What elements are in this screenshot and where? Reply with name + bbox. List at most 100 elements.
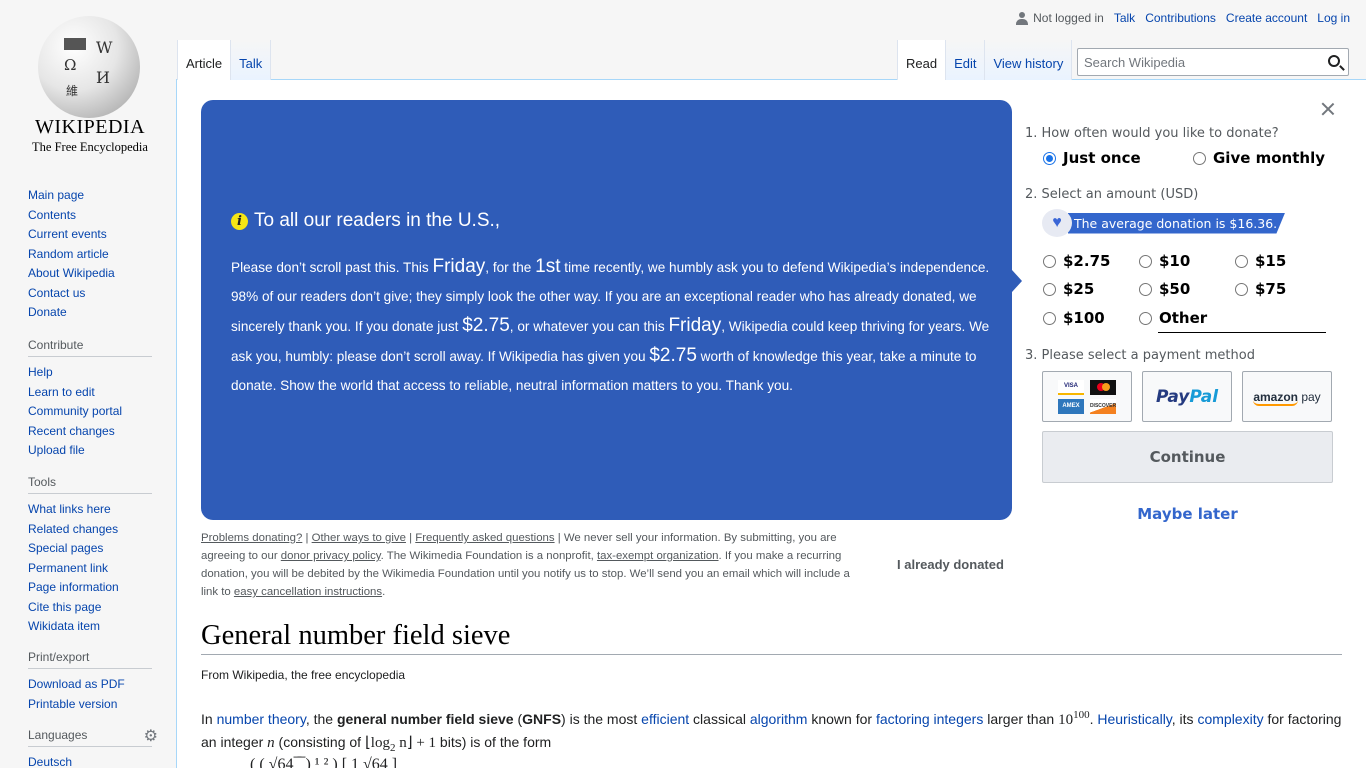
tool-permanent-link[interactable]: Permanent link (28, 561, 108, 575)
contributions-link[interactable]: Contributions (1145, 11, 1216, 25)
puzzle-globe-icon: W Ω И 維 (38, 16, 140, 118)
create-account-link[interactable]: Create account (1226, 11, 1307, 25)
math: ⌊log (364, 735, 390, 751)
banner-emphasis: $2.75 (649, 345, 697, 366)
tool-related-changes[interactable]: Related changes (28, 522, 118, 536)
wikipedia-logo[interactable]: W Ω И 維 Wikipedia The Free Encyclopedia (22, 12, 158, 157)
radio-just-once[interactable] (1043, 151, 1056, 165)
link-number-theory[interactable]: number theory (217, 711, 306, 727)
maybe-later-button[interactable]: Maybe later (1042, 505, 1333, 523)
languages-heading: Languages ⚙ (28, 728, 158, 747)
link-efficient[interactable]: efficient (641, 711, 689, 727)
amount-option[interactable]: $50 (1139, 280, 1190, 298)
print-download-pdf[interactable]: Download as PDF (28, 677, 125, 691)
radio-amount[interactable] (1235, 254, 1248, 268)
radio-amount[interactable] (1043, 311, 1056, 325)
amount-label: $10 (1159, 252, 1191, 270)
radio-amount[interactable] (1043, 282, 1056, 296)
pay-paypal-button[interactable]: PayPal (1142, 371, 1232, 422)
search-icon[interactable] (1328, 55, 1340, 67)
nav-main-page[interactable]: Main page (28, 188, 84, 202)
radio-amount[interactable] (1043, 254, 1056, 268)
user-talk-link[interactable]: Talk (1114, 11, 1135, 25)
nav-contents[interactable]: Contents (28, 208, 76, 222)
amount-option[interactable]: $100 (1043, 309, 1105, 327)
bold-term: GNFS (522, 711, 562, 727)
nav-random-article[interactable]: Random article (28, 247, 109, 261)
separator: | (405, 532, 416, 544)
tool-special-pages[interactable]: Special pages (28, 541, 103, 555)
math-power: 10100 (1058, 709, 1090, 728)
radio-give-monthly[interactable] (1193, 151, 1206, 165)
amount-option[interactable]: $15 (1235, 252, 1286, 270)
tax-exempt-link[interactable]: tax-exempt organization (597, 550, 719, 562)
nav-donate[interactable]: Donate (28, 305, 67, 319)
math: n (267, 735, 275, 751)
pay-card-button[interactable]: VISA AMEX DISCOVER (1042, 371, 1132, 422)
problems-donating-link[interactable]: Problems donating? (201, 532, 302, 544)
amount-option[interactable]: $10 (1139, 252, 1190, 270)
gear-icon[interactable]: ⚙ (144, 726, 158, 746)
tab-read[interactable]: Read (897, 40, 946, 80)
separator: | (554, 532, 564, 544)
amount-option[interactable]: $25 (1043, 280, 1094, 298)
banner-text: , or whatever you can this (509, 319, 669, 334)
already-donated-link[interactable]: I already donated (897, 557, 1004, 572)
faq-link[interactable]: Frequently asked questions (415, 532, 554, 544)
text: In (201, 711, 217, 727)
search-input[interactable] (1078, 49, 1313, 75)
amount-option[interactable]: $75 (1235, 280, 1286, 298)
nav-upload-file[interactable]: Upload file (28, 443, 85, 457)
radio-amount-other[interactable] (1139, 311, 1152, 325)
radio-amount[interactable] (1139, 282, 1152, 296)
privacy-policy-link[interactable]: donor privacy policy (281, 550, 381, 562)
pay-amazon-button[interactable]: amazon pay (1242, 371, 1332, 422)
tab-article[interactable]: Article (177, 40, 231, 80)
close-icon[interactable] (1320, 101, 1336, 117)
link-heuristically[interactable]: Heuristically (1097, 711, 1171, 727)
text: larger than (983, 711, 1059, 727)
donation-banner: i To all our readers in the U.S., Please… (201, 100, 1012, 520)
lang-deutsch[interactable]: Deutsch (28, 755, 72, 768)
nav-current-events[interactable]: Current events (28, 227, 107, 241)
cancellation-link[interactable]: easy cancellation instructions (234, 586, 382, 598)
frequency-once-option[interactable]: Just once (1043, 149, 1141, 167)
math: n⌋ + 1 (395, 735, 437, 751)
frequency-monthly-option[interactable]: Give monthly (1193, 149, 1325, 167)
tool-what-links-here[interactable]: What links here (28, 502, 111, 516)
nav-help[interactable]: Help (28, 365, 53, 379)
link-factoring-integers[interactable]: factoring integers (876, 711, 983, 727)
nav-contact-us[interactable]: Contact us (28, 286, 85, 300)
link-algorithm[interactable]: algorithm (750, 711, 808, 727)
nav-recent-changes[interactable]: Recent changes (28, 424, 115, 438)
nav-community-portal[interactable]: Community portal (28, 404, 122, 418)
tool-page-information[interactable]: Page information (28, 580, 119, 594)
nav-learn-to-edit[interactable]: Learn to edit (28, 385, 95, 399)
tab-talk[interactable]: Talk (230, 40, 272, 80)
amount-label: $15 (1255, 252, 1287, 270)
other-ways-link[interactable]: Other ways to give (312, 532, 406, 544)
page-title: General number field sieve (201, 620, 1342, 655)
step-payment-label: 3. Please select a payment method (1025, 348, 1255, 363)
amount-option[interactable]: $2.75 (1043, 252, 1110, 270)
amount-other-option[interactable]: Other (1139, 309, 1207, 327)
log-in-link[interactable]: Log in (1317, 11, 1350, 25)
radio-amount[interactable] (1139, 254, 1152, 268)
other-amount-input[interactable] (1158, 332, 1326, 333)
banner-emphasis: Friday (668, 315, 722, 336)
print-printable-version[interactable]: Printable version (28, 697, 117, 711)
wordmark: Wikipedia (34, 116, 146, 138)
frequency-monthly-label: Give monthly (1213, 149, 1326, 167)
sidebar: W Ω И 維 Wikipedia The Free Encyclopedia … (0, 0, 176, 768)
radio-amount[interactable] (1235, 282, 1248, 296)
namespace-tabs: Article Talk (177, 40, 272, 80)
tab-edit[interactable]: Edit (945, 40, 985, 80)
continue-button[interactable]: Continue (1042, 431, 1333, 483)
nav-about-wikipedia[interactable]: About Wikipedia (28, 266, 115, 280)
tool-cite-this-page[interactable]: Cite this page (28, 600, 101, 614)
tool-wikidata-item[interactable]: Wikidata item (28, 619, 100, 633)
average-donation-text: The average donation is $16.36. (1068, 212, 1286, 234)
contribute-portal: Contribute Help Learn to edit Community … (28, 338, 152, 461)
tab-view-history[interactable]: View history (984, 40, 1073, 80)
link-complexity[interactable]: complexity (1197, 711, 1263, 727)
